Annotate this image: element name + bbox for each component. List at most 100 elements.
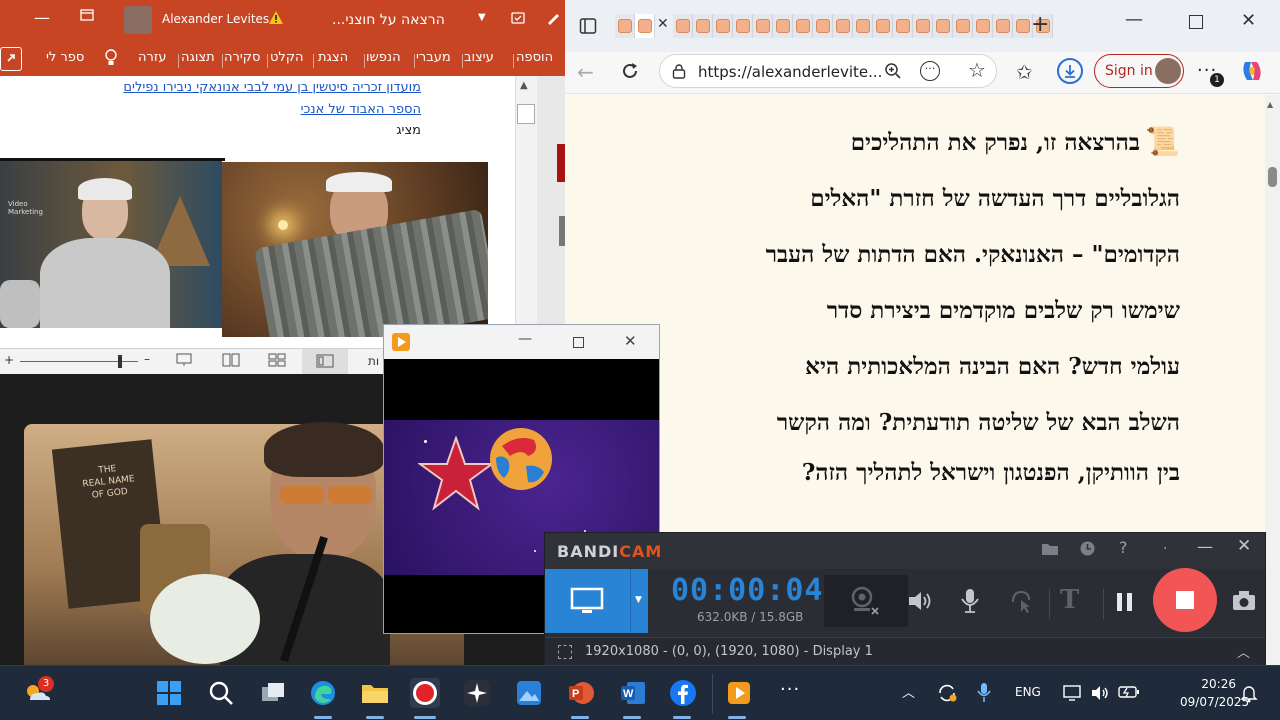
folder-icon[interactable] <box>1041 541 1059 561</box>
tab-design[interactable]: עיצוב <box>464 50 494 65</box>
close-button[interactable]: ✕ <box>624 332 637 350</box>
browser-tab-active[interactable] <box>635 14 655 38</box>
present-icon[interactable] <box>80 9 94 24</box>
tab-help[interactable]: עזרה <box>138 50 166 65</box>
sparkle-app-icon[interactable] <box>462 678 492 708</box>
tab-view[interactable]: תצוגה <box>181 50 215 65</box>
more-tools-icon[interactable]: ··· <box>920 61 940 81</box>
system-clock[interactable]: 20:26 09/07/2025 <box>1180 675 1249 711</box>
tab-record[interactable]: הקלט <box>270 50 304 65</box>
browser-tab[interactable] <box>933 14 953 38</box>
avatar[interactable] <box>124 6 152 34</box>
sync-icon[interactable] <box>936 683 958 707</box>
sitchin-club-link[interactable]: מועדון זכריה סיטשין בן עמי לבבי אנונאקי … <box>123 80 421 95</box>
collapse-icon[interactable]: . <box>1163 537 1167 553</box>
close-button[interactable]: ✕ <box>1241 10 1256 31</box>
favorites-icon[interactable]: ✩ <box>1016 60 1033 84</box>
edge-taskbar-icon[interactable] <box>308 678 338 708</box>
region-select-icon[interactable] <box>558 645 572 659</box>
battery-icon[interactable] <box>1118 684 1140 704</box>
coauthor-icon[interactable] <box>510 10 526 29</box>
clock-icon[interactable] <box>1079 540 1096 561</box>
microphone-icon[interactable] <box>959 587 981 619</box>
media-player-taskbar-icon[interactable] <box>724 678 754 708</box>
zoom-icon[interactable] <box>884 62 902 84</box>
minimize-button[interactable]: — <box>1197 537 1213 556</box>
tab-insert[interactable]: הוספה <box>516 50 553 65</box>
browser-tab[interactable] <box>693 14 713 38</box>
browser-tab[interactable] <box>973 14 993 38</box>
close-tab-icon[interactable]: ✕ <box>657 16 669 32</box>
word-taskbar-icon[interactable]: W <box>618 678 648 708</box>
tab-tell-me[interactable]: ספר לי <box>46 50 84 65</box>
browser-tab[interactable] <box>913 14 933 38</box>
tab-actions-icon[interactable] <box>579 17 597 39</box>
browser-tab[interactable] <box>773 14 793 38</box>
chevron-up-icon[interactable]: ︿ <box>902 682 915 701</box>
help-icon[interactable]: ? <box>1119 538 1128 557</box>
tab-slideshow[interactable]: הצגת <box>318 50 348 65</box>
slide-scrollbar[interactable]: ▲ <box>515 76 537 348</box>
browser-tab[interactable] <box>733 14 753 38</box>
browser-tab[interactable] <box>753 14 773 38</box>
share-icon[interactable] <box>0 47 22 71</box>
browser-tab[interactable] <box>953 14 973 38</box>
address-bar[interactable]: https://alexanderlevite... ··· ☆ <box>659 54 997 88</box>
stop-record-button[interactable] <box>1153 568 1217 632</box>
browser-tab[interactable] <box>893 14 913 38</box>
lock-icon[interactable] <box>672 63 686 83</box>
chevron-down-icon[interactable]: ▼ <box>635 595 642 605</box>
photos-app-icon[interactable] <box>514 678 544 708</box>
close-button[interactable]: ✕ <box>1237 536 1251 556</box>
browser-tab[interactable] <box>813 14 833 38</box>
notifications-bell-icon[interactable] <box>1240 683 1258 707</box>
browser-tab[interactable] <box>793 14 813 38</box>
zoom-out-button[interactable]: – <box>144 352 150 366</box>
file-explorer-icon[interactable] <box>360 678 390 708</box>
speaker-icon[interactable] <box>907 589 933 617</box>
minimize-button[interactable]: — <box>34 8 50 27</box>
lost-book-link[interactable]: הספר האבוד של אנכי <box>301 102 421 117</box>
browser-tab[interactable] <box>615 14 635 38</box>
browser-tab[interactable] <box>673 14 693 38</box>
input-language[interactable]: ENG <box>1015 685 1041 699</box>
maximize-button[interactable] <box>573 337 584 348</box>
browser-tab[interactable] <box>713 14 733 38</box>
maximize-button[interactable] <box>1189 15 1203 29</box>
facebook-taskbar-icon[interactable] <box>668 678 698 708</box>
more-apps-icon[interactable]: ··· <box>780 679 800 700</box>
browser-tab[interactable] <box>853 14 873 38</box>
text-overlay-icon[interactable]: T <box>1060 585 1079 615</box>
tab-transitions[interactable]: מעברי <box>416 50 451 65</box>
sign-in-label[interactable]: Sign in <box>1105 63 1153 79</box>
minimize-button[interactable]: — <box>518 331 532 347</box>
minimize-button[interactable]: — <box>1125 9 1143 30</box>
favorite-star-icon[interactable]: ☆ <box>968 60 986 80</box>
page-scrollbar[interactable]: ▲ <box>1265 95 1280 665</box>
page-scrollbar-thumb[interactable] <box>1268 167 1277 187</box>
normal-view-icon[interactable] <box>302 349 348 374</box>
mode-dropdown[interactable]: ▼ <box>630 569 648 633</box>
search-icon[interactable] <box>206 678 236 708</box>
sign-in-button[interactable]: Sign in <box>1094 54 1184 88</box>
powerpoint-taskbar-icon[interactable]: P <box>566 678 596 708</box>
zoom-slider-thumb[interactable] <box>118 355 122 368</box>
new-tab-button[interactable]: + <box>1031 12 1049 37</box>
browser-tab[interactable] <box>833 14 853 38</box>
presenter-view-icon[interactable] <box>176 353 192 370</box>
browser-tab[interactable] <box>1013 14 1033 38</box>
pen-icon[interactable] <box>545 10 561 29</box>
back-button[interactable]: ← <box>577 60 594 84</box>
pause-button[interactable] <box>1115 591 1135 617</box>
downloads-icon[interactable] <box>1057 58 1083 84</box>
tab-review[interactable]: סקירה <box>224 50 260 65</box>
cursor-effect-icon[interactable] <box>1009 588 1033 618</box>
zoom-in-button[interactable]: + <box>4 353 14 367</box>
lightbulb-icon[interactable] <box>104 49 118 71</box>
reading-view-icon[interactable] <box>222 353 240 370</box>
chevron-down-icon[interactable]: ▼ <box>478 12 486 23</box>
microphone-icon[interactable] <box>976 682 992 708</box>
start-menu-icon[interactable] <box>154 678 184 708</box>
browser-tab[interactable] <box>873 14 893 38</box>
screen-mode-button[interactable] <box>545 569 630 633</box>
